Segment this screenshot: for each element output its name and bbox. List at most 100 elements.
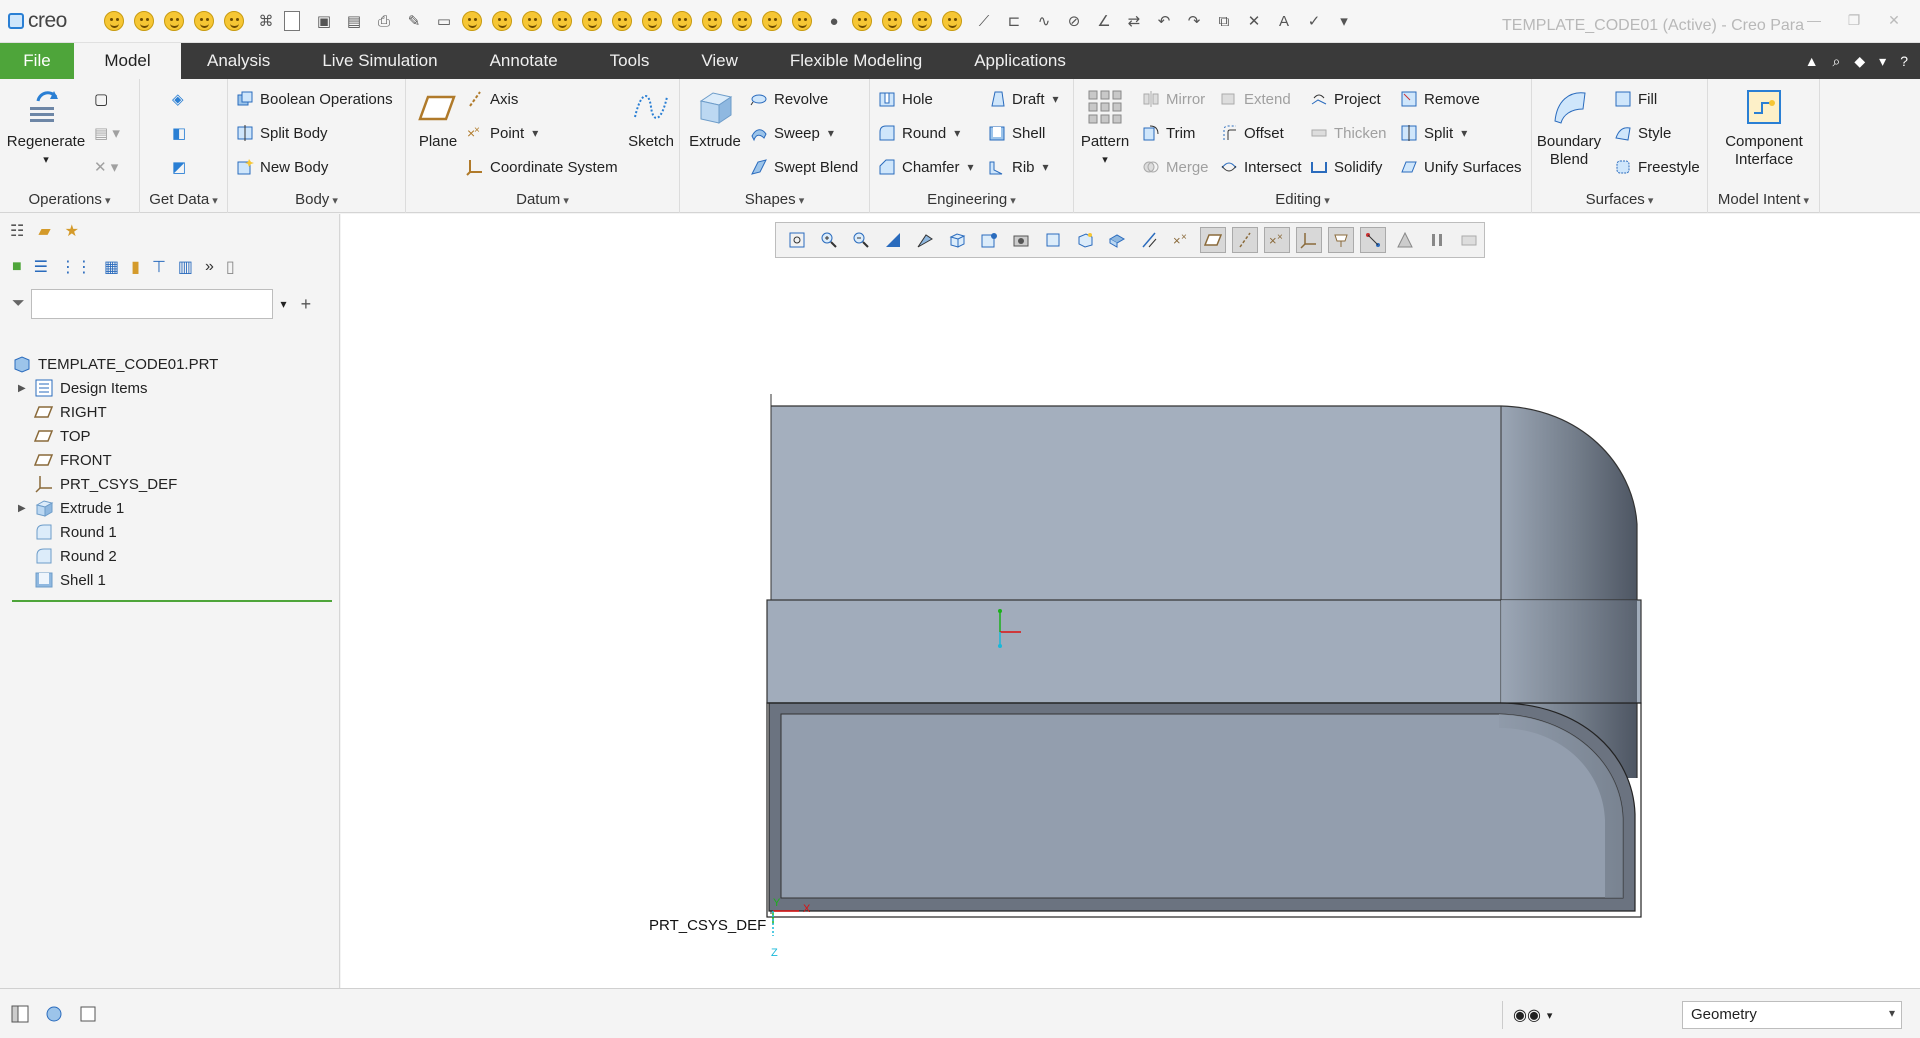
- text-icon[interactable]: A: [1272, 9, 1296, 33]
- group-label-model-intent[interactable]: Model Intent: [1708, 191, 1819, 208]
- tab-analysis[interactable]: Analysis: [181, 43, 296, 79]
- edit-icon[interactable]: ✎: [402, 9, 426, 33]
- minimize-icon[interactable]: —: [1794, 12, 1834, 29]
- unify-surfaces-button[interactable]: Unify Surfaces: [1400, 155, 1522, 179]
- tree-list-icon[interactable]: ☰: [34, 257, 48, 277]
- sweep-button[interactable]: Sweep: [750, 121, 834, 145]
- copy-geometry-icon[interactable]: ◧: [172, 121, 186, 145]
- tab-tools[interactable]: Tools: [584, 43, 676, 79]
- expand-arrow-icon[interactable]: ▶: [18, 383, 34, 394]
- smiley-icon[interactable]: [762, 11, 782, 31]
- group-label-body[interactable]: Body: [228, 191, 405, 208]
- smiley-icon[interactable]: [612, 11, 632, 31]
- style-button[interactable]: Style: [1614, 121, 1671, 145]
- tree-item-front[interactable]: FRONT: [0, 448, 340, 472]
- add-icon[interactable]: +: [301, 294, 312, 315]
- graphics-window[interactable]: × × × × Y X Z PRT_CSYS_DEF: [341, 214, 1920, 988]
- smiley-icon[interactable]: [522, 11, 542, 31]
- group-label-engineering[interactable]: Engineering: [870, 191, 1073, 208]
- tab-live-simulation[interactable]: Live Simulation: [296, 43, 463, 79]
- fill-button[interactable]: Fill: [1614, 87, 1657, 111]
- smiley-icon[interactable]: [164, 11, 184, 31]
- smiley-icon[interactable]: [552, 11, 572, 31]
- delete-icon[interactable]: ✕ ▾: [94, 155, 118, 179]
- tab-view[interactable]: View: [675, 43, 764, 79]
- selection-filter-select[interactable]: Geometry: [1682, 1001, 1902, 1029]
- smiley-icon[interactable]: [462, 11, 482, 31]
- tree-settings-icon[interactable]: ▦: [104, 257, 119, 277]
- group-label-get-data[interactable]: Get Data: [140, 191, 227, 208]
- point-button[interactable]: × × Point: [466, 121, 538, 145]
- redo-icon[interactable]: ↷: [1182, 9, 1206, 33]
- smiley-icon[interactable]: [104, 11, 124, 31]
- tree-item-design-items[interactable]: ▶ Design Items: [0, 376, 340, 400]
- group-label-editing[interactable]: Editing: [1074, 191, 1531, 208]
- tree-item-extrude-1[interactable]: ▶ Extrude 1: [0, 496, 340, 520]
- full-screen-icon[interactable]: [76, 1002, 100, 1026]
- show-filter-icon[interactable]: ⊤: [152, 257, 166, 277]
- find-button[interactable]: ◉◉ ▾: [1502, 1001, 1558, 1029]
- boundary-blend-button[interactable]: Boundary Blend: [1536, 87, 1602, 169]
- smiley-icon[interactable]: [702, 11, 722, 31]
- help-icon[interactable]: ?: [1900, 53, 1908, 69]
- new-body-button[interactable]: New Body: [236, 155, 328, 179]
- tab-annotate[interactable]: Annotate: [464, 43, 584, 79]
- merge-button[interactable]: Merge: [1142, 155, 1209, 179]
- revolve-button[interactable]: Revolve: [750, 87, 828, 111]
- expand-arrow-icon[interactable]: ▶: [18, 503, 34, 514]
- regenerate-icon[interactable]: ⊘: [1062, 9, 1086, 33]
- tree-item-right[interactable]: RIGHT: [0, 400, 340, 424]
- smiley-icon[interactable]: [912, 11, 932, 31]
- axis-button[interactable]: Axis: [466, 87, 518, 111]
- save-copy-icon[interactable]: ▤: [342, 9, 366, 33]
- intersect-button[interactable]: Intersect: [1220, 155, 1302, 179]
- mirror-button[interactable]: Mirror: [1142, 87, 1205, 111]
- boolean-operations-button[interactable]: Boolean Operations: [236, 87, 393, 111]
- document-icon[interactable]: ▯: [226, 257, 235, 277]
- smiley-icon[interactable]: [672, 11, 692, 31]
- model-tree-tab-icon[interactable]: ☷: [10, 221, 24, 241]
- tab-file[interactable]: File: [0, 43, 74, 79]
- favorites-tab-icon[interactable]: ★: [65, 221, 79, 241]
- tree-item-round-1[interactable]: Round 1: [0, 520, 340, 544]
- print-icon[interactable]: ⎙: [372, 9, 396, 33]
- save-icon[interactable]: ▣: [312, 9, 336, 33]
- extend-button[interactable]: Extend: [1220, 87, 1291, 111]
- tree-item-prt-csys-def[interactable]: PRT_CSYS_DEF: [0, 472, 340, 496]
- bookmark-icon[interactable]: ▮: [131, 257, 140, 277]
- windows-icon[interactable]: ⧉: [1212, 9, 1236, 33]
- group-label-datum[interactable]: Datum: [406, 191, 679, 208]
- more-icon[interactable]: »: [205, 258, 214, 276]
- customize-icon[interactable]: ▾: [1332, 9, 1356, 33]
- learning-icon[interactable]: ◆: [1854, 53, 1865, 70]
- shell-button[interactable]: Shell: [988, 121, 1045, 145]
- draft-button[interactable]: Draft: [988, 87, 1059, 111]
- group-label-operations[interactable]: Operations: [0, 191, 139, 208]
- smiley-icon[interactable]: [852, 11, 872, 31]
- smiley-icon[interactable]: [882, 11, 902, 31]
- insert-here-line[interactable]: [12, 600, 332, 602]
- extrude-button[interactable]: Extrude: [688, 87, 742, 151]
- paste-icon[interactable]: ▤ ▾: [94, 121, 120, 145]
- freestyle-button[interactable]: Freestyle: [1614, 155, 1700, 179]
- angle-icon[interactable]: ∠: [1092, 9, 1116, 33]
- search-icon[interactable]: ⌕: [1833, 53, 1841, 70]
- project-button[interactable]: Project: [1310, 87, 1381, 111]
- filter-dropdown-icon[interactable]: ▾: [281, 297, 287, 311]
- regenerate-button[interactable]: Regenerate ▾: [6, 87, 86, 169]
- new-file-icon[interactable]: [284, 11, 300, 31]
- folder-browser-tab-icon[interactable]: ▰: [38, 221, 50, 241]
- sphere-icon[interactable]: ●: [822, 9, 846, 33]
- model-shell-cavity[interactable]: [768, 702, 1636, 912]
- component-interface-button[interactable]: Component Interface: [1718, 87, 1810, 169]
- model-view[interactable]: Y X Z PRT_CSYS_DEF: [341, 214, 1920, 988]
- dimension-icon[interactable]: ⊏: [1002, 9, 1026, 33]
- pattern-button[interactable]: Pattern ▾: [1080, 87, 1130, 169]
- mapkey-icon[interactable]: ⌘: [254, 9, 278, 33]
- tree-item-top[interactable]: TOP: [0, 424, 340, 448]
- thicken-button[interactable]: Thicken: [1310, 121, 1387, 145]
- filter-input[interactable]: [30, 289, 273, 319]
- layers-icon[interactable]: ▥: [178, 257, 193, 277]
- copy-icon[interactable]: ▢: [94, 87, 108, 111]
- smiley-icon[interactable]: [492, 11, 512, 31]
